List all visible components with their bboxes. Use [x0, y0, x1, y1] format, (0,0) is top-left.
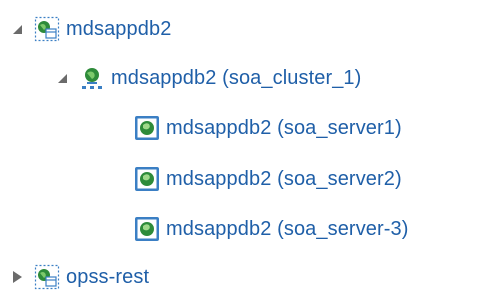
tree-node-label[interactable]: mdsappdb2 (soa_cluster_1) — [111, 67, 361, 90]
tree-node-opss-rest[interactable]: opss-rest — [10, 259, 149, 295]
expanded-triangle-icon[interactable] — [55, 71, 69, 85]
tree-node-label[interactable]: opss-rest — [66, 266, 149, 289]
tree-node-label[interactable]: mdsappdb2 (soa_server2) — [166, 168, 402, 191]
server-globe-icon — [134, 166, 160, 192]
expanded-triangle-icon[interactable] — [10, 22, 24, 36]
tree-node-cluster[interactable]: mdsappdb2 (soa_cluster_1) — [55, 60, 361, 96]
tree-node-server3[interactable]: mdsappdb2 (soa_server-3) — [134, 211, 409, 247]
server-globe-icon — [134, 216, 160, 242]
tree-node-label[interactable]: mdsappdb2 — [66, 18, 171, 41]
tree-node-server1[interactable]: mdsappdb2 (soa_server1) — [134, 110, 402, 146]
cluster-icon — [79, 65, 105, 91]
datasource-icon — [34, 264, 60, 290]
datasource-icon — [34, 16, 60, 42]
tree-node-mdsappdb2[interactable]: mdsappdb2 — [10, 11, 171, 47]
server-globe-icon — [134, 115, 160, 141]
tree-node-server2[interactable]: mdsappdb2 (soa_server2) — [134, 161, 402, 197]
tree-node-label[interactable]: mdsappdb2 (soa_server-3) — [166, 218, 409, 241]
collapsed-triangle-icon[interactable] — [10, 270, 24, 284]
tree-node-label[interactable]: mdsappdb2 (soa_server1) — [166, 117, 402, 140]
resource-tree: mdsappdb2 mdsappdb2 (soa_cluster_1) mdsa… — [0, 0, 479, 291]
